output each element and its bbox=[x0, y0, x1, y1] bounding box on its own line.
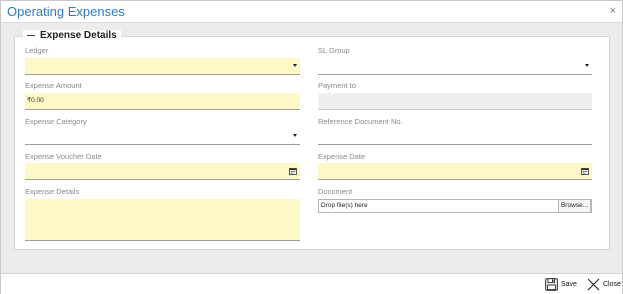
reference-document-label: Reference Document No. bbox=[318, 117, 403, 126]
sl-group-select[interactable] bbox=[318, 58, 592, 75]
browse-button[interactable]: Browse... bbox=[558, 199, 591, 213]
section-title: Expense Details bbox=[40, 30, 117, 41]
chevron-down-icon bbox=[293, 64, 297, 67]
calendar-icon[interactable] bbox=[289, 167, 297, 175]
close-icon bbox=[587, 278, 600, 291]
section-header: Expense Details bbox=[23, 30, 121, 41]
calendar-icon[interactable] bbox=[581, 167, 589, 175]
ledger-select[interactable] bbox=[25, 58, 300, 75]
payment-to-input bbox=[318, 93, 592, 110]
expense-category-label: Expense Category bbox=[25, 117, 87, 126]
close-icon[interactable]: × bbox=[610, 5, 616, 17]
expense-voucher-date-input[interactable] bbox=[25, 163, 300, 180]
document-label: Document bbox=[318, 187, 353, 196]
expense-details-label: Expense Details bbox=[25, 187, 80, 196]
expense-date-input[interactable] bbox=[318, 163, 592, 180]
expense-category-select[interactable] bbox=[25, 128, 300, 145]
close-button[interactable]: Close bbox=[587, 278, 621, 291]
save-button[interactable]: Save bbox=[545, 278, 577, 291]
operating-expenses-dialog: Operating Expenses × Expense Details Led… bbox=[0, 0, 623, 294]
save-icon bbox=[545, 278, 558, 291]
chevron-down-icon bbox=[293, 134, 297, 137]
chevron-down-icon bbox=[585, 64, 589, 67]
legend-dash bbox=[27, 35, 35, 36]
ledger-label: Ledger bbox=[25, 46, 49, 55]
save-label: Save bbox=[561, 281, 577, 288]
sl-group-label: SL Group bbox=[318, 46, 350, 55]
close-label: Close bbox=[603, 281, 621, 288]
dropzone-text: Drop file(s) here bbox=[321, 202, 368, 209]
payment-to-label: Payment to bbox=[318, 81, 356, 90]
expense-amount-label: Expense Amount bbox=[25, 81, 82, 90]
reference-document-input[interactable] bbox=[318, 128, 592, 145]
title-bar: Operating Expenses × bbox=[1, 1, 622, 23]
expense-date-label: Expense Date bbox=[318, 152, 366, 161]
expense-voucher-date-label: Expense Voucher Date bbox=[25, 152, 102, 161]
expense-amount-input[interactable]: ₹0.00 bbox=[25, 93, 300, 110]
document-dropzone[interactable]: Drop file(s) here Browse... bbox=[318, 199, 592, 213]
dialog-title: Operating Expenses bbox=[7, 4, 125, 19]
dialog-footer: Save Close bbox=[1, 273, 622, 294]
expense-details-textarea[interactable] bbox=[25, 199, 300, 241]
